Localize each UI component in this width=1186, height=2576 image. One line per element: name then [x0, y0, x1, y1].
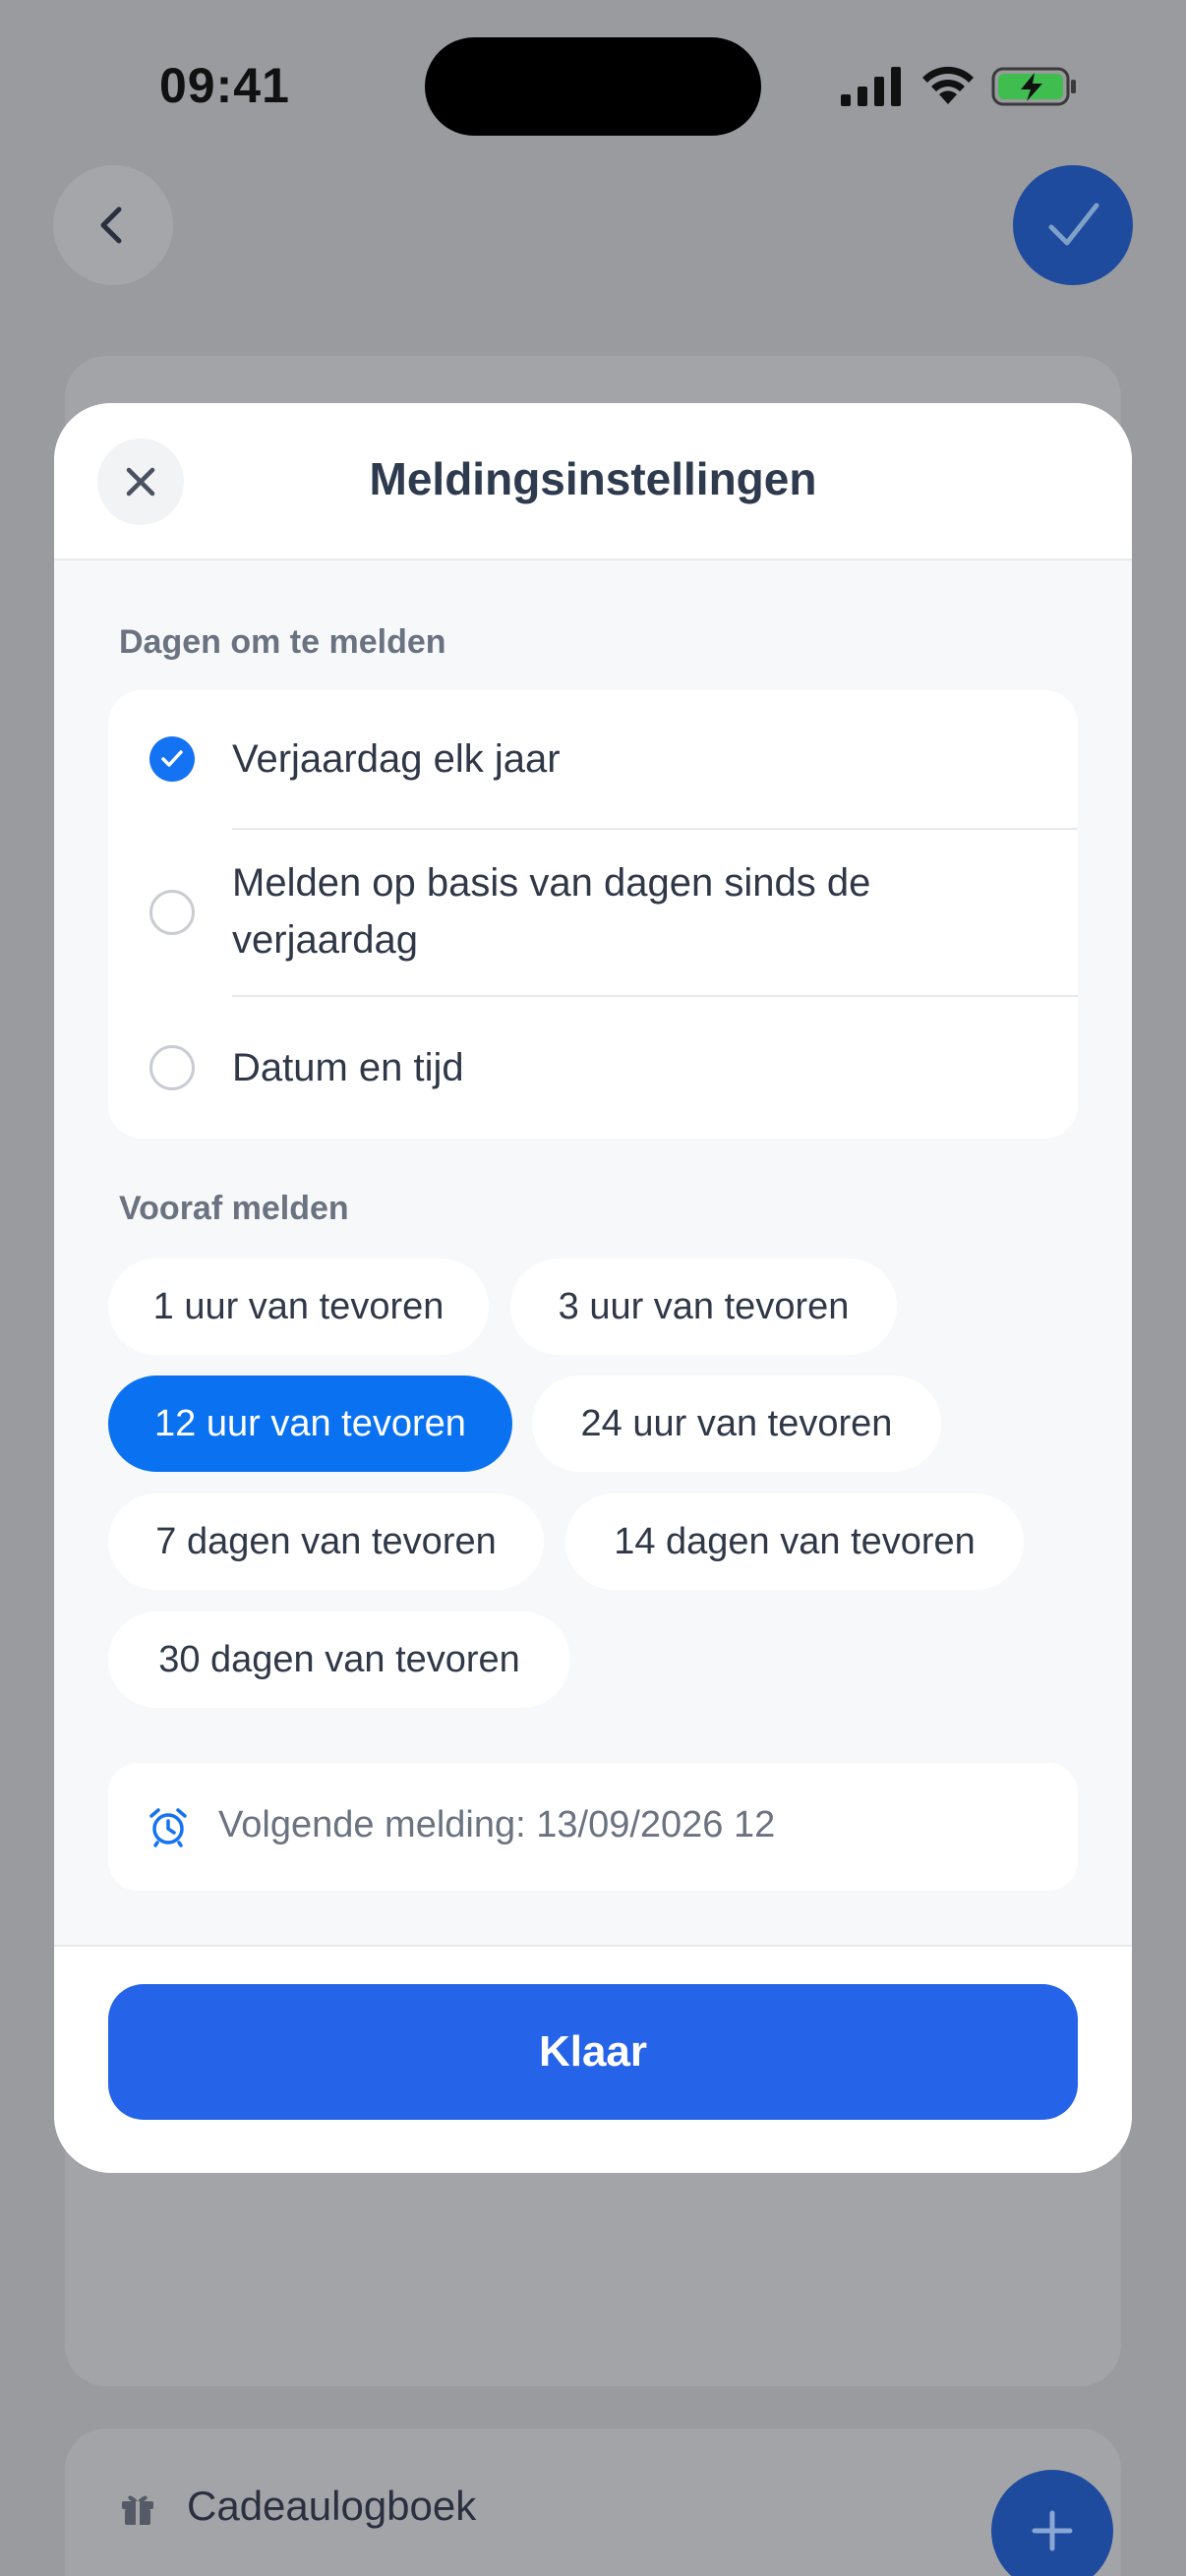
- next-notification-text: Volgende melding: 13/09/2026 12: [218, 1804, 776, 1845]
- notify-days-options: Verjaardag elk jaar Melden op basis van …: [108, 690, 1078, 1139]
- option-label: Datum en tijd: [232, 1046, 464, 1089]
- plus-icon: [1032, 2510, 1073, 2551]
- cellular-signal-icon: [841, 67, 901, 106]
- radio-unchecked-icon[interactable]: [149, 890, 195, 935]
- back-button[interactable]: [53, 165, 173, 285]
- next-notification-info: Volgende melding: 13/09/2026 12: [108, 1763, 1078, 1891]
- notification-settings-modal: Meldingsinstellingen Dagen om te melden …: [54, 403, 1132, 2173]
- option-birthday-yearly[interactable]: Verjaardag elk jaar: [108, 690, 1078, 828]
- chip-1-hour[interactable]: 1 uur van tevoren: [108, 1259, 489, 1355]
- done-button[interactable]: Klaar: [108, 1984, 1078, 2120]
- chip-30-days[interactable]: 30 dagen van tevoren: [108, 1611, 570, 1708]
- battery-charging-icon: [991, 67, 1076, 106]
- gift-log-title: Cadeaulogboek: [187, 2483, 477, 2529]
- confirm-button[interactable]: [1013, 165, 1133, 285]
- option-label: Melden op basis van dagen sinds de verja…: [232, 861, 871, 962]
- checkmark-icon: [1048, 203, 1099, 246]
- radio-unchecked-icon[interactable]: [149, 1045, 195, 1090]
- option-date-and-time[interactable]: Datum en tijd: [108, 997, 1078, 1139]
- days-section-label: Dagen om te melden: [119, 623, 446, 661]
- chip-14-days[interactable]: 14 dagen van tevoren: [565, 1493, 1024, 1590]
- wifi-icon: [922, 66, 974, 104]
- chip-24-hours[interactable]: 24 uur van tevoren: [532, 1376, 941, 1472]
- option-label: Verjaardag elk jaar: [232, 737, 561, 781]
- modal-header: Meldingsinstellingen: [54, 403, 1132, 560]
- status-time: 09:41: [159, 58, 290, 113]
- dynamic-island: [425, 37, 761, 136]
- chip-7-days[interactable]: 7 dagen van tevoren: [108, 1493, 544, 1590]
- alarm-clock-icon: [149, 1808, 187, 1847]
- modal-footer: Klaar: [54, 1945, 1132, 2173]
- modal-title: Meldingsinstellingen: [369, 453, 817, 504]
- chip-12-hours[interactable]: 12 uur van tevoren: [108, 1376, 512, 1472]
- status-bar: 09:41: [0, 0, 1186, 167]
- chevron-left-icon: [100, 206, 122, 244]
- checkbox-checked-icon[interactable]: [149, 736, 195, 782]
- chip-3-hours[interactable]: 3 uur van tevoren: [510, 1259, 897, 1355]
- option-days-since-birthday[interactable]: Melden op basis van dagen sinds de verja…: [108, 830, 1078, 995]
- advance-section-label: Vooraf melden: [119, 1190, 349, 1227]
- gift-icon: [122, 2495, 153, 2525]
